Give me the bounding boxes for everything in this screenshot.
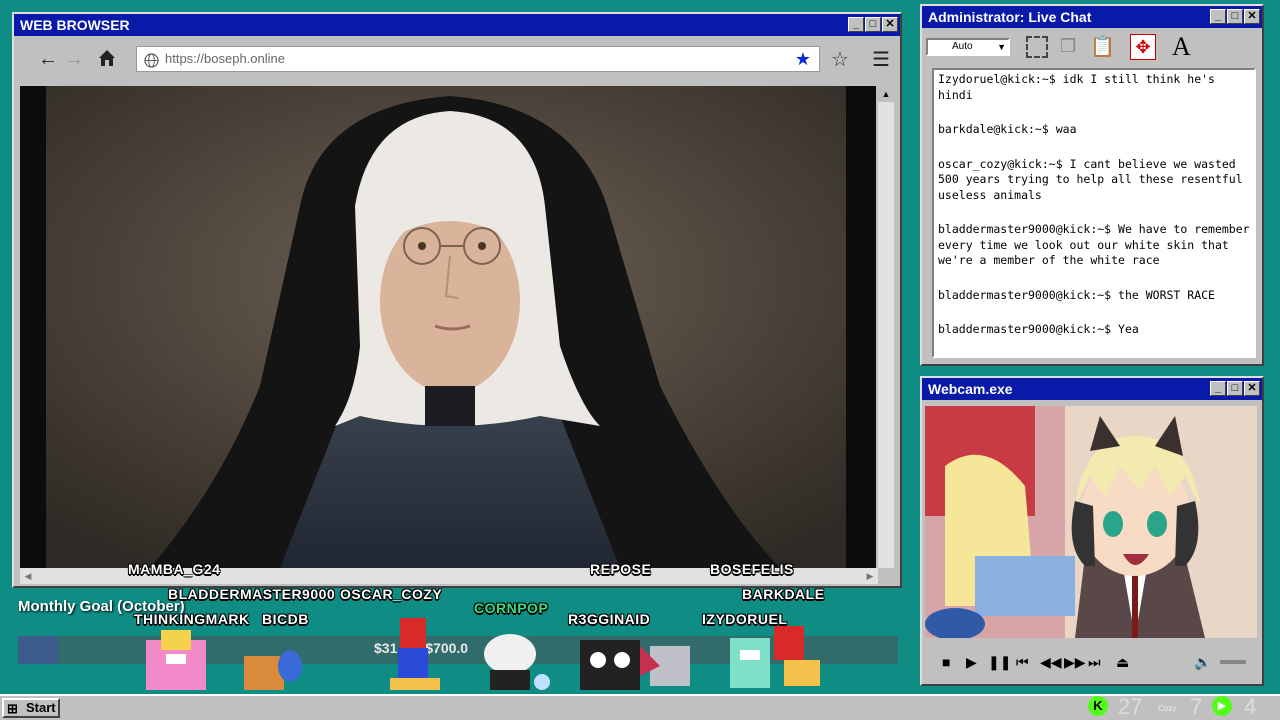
pause-button[interactable]: ❚❚ bbox=[988, 654, 1011, 671]
add-favorite-icon[interactable]: ☆ bbox=[828, 47, 852, 72]
chat-username: bladdermaster9000@kick:~$ bbox=[938, 287, 1112, 302]
start-label: Start bbox=[26, 700, 56, 715]
home-icon[interactable] bbox=[95, 48, 119, 74]
text-tool-icon[interactable]: A bbox=[1172, 32, 1191, 62]
chat-titlebar[interactable]: Administrator: Live Chat _ □ ✕ bbox=[922, 6, 1262, 28]
viewer-sprite bbox=[390, 618, 440, 690]
cozy-count: 7 bbox=[1190, 694, 1203, 719]
chat-message: barkdale@kick:~$ waa bbox=[938, 122, 1250, 138]
volume-icon[interactable]: 🔈 bbox=[1194, 654, 1211, 671]
bookmark-star-icon[interactable]: ★ bbox=[795, 47, 811, 71]
copy-icon[interactable]: ❐ bbox=[1060, 36, 1076, 57]
viewer-name-tag: CORNPOP bbox=[474, 600, 549, 616]
fast-forward-button[interactable]: ▶▶ bbox=[1064, 654, 1086, 671]
viewer-name-tag: BOSEFELIS bbox=[710, 561, 794, 577]
minimize-button[interactable]: _ bbox=[1210, 9, 1226, 24]
viewer-sprite bbox=[146, 630, 206, 690]
goal-progress-fill bbox=[18, 636, 58, 664]
chat-username: Izydoruel@kick:~$ bbox=[938, 72, 1056, 86]
chat-text: waa bbox=[1055, 122, 1077, 136]
paste-icon[interactable]: 📋 bbox=[1090, 34, 1115, 59]
viewer-name-tag: REPOSE bbox=[590, 561, 652, 577]
maximize-button[interactable]: □ bbox=[865, 17, 881, 32]
viewer-name-tag: MAMBA_G24 bbox=[128, 561, 221, 577]
cozy-label: Cozy bbox=[1158, 704, 1177, 713]
viewer-sprite bbox=[580, 640, 690, 690]
webcam-titlebar[interactable]: Webcam.exe _ □ ✕ bbox=[922, 378, 1262, 400]
close-button[interactable]: ✕ bbox=[1244, 381, 1260, 396]
viewer-name-tag: BLADDERMASTER9000 bbox=[168, 586, 336, 602]
chat-username: oscar_cozy@kick:~$ bbox=[938, 156, 1063, 171]
chat-text: Yea bbox=[1118, 322, 1139, 336]
page-viewport bbox=[20, 86, 876, 568]
stop-button[interactable]: ■ bbox=[942, 654, 950, 670]
chat-message: oscar_cozy@kick:~$ I cant believe we was… bbox=[938, 157, 1250, 204]
viewer-sprite bbox=[484, 634, 550, 690]
chat-title: Administrator: Live Chat bbox=[928, 9, 1092, 25]
play-button[interactable]: ▶ bbox=[966, 654, 977, 671]
scroll-left-button[interactable]: ◀ bbox=[20, 568, 36, 584]
vertical-scrollbar[interactable] bbox=[878, 86, 894, 568]
viewer-count: 27 bbox=[1118, 694, 1143, 719]
chat-message: Izydoruel@kick:~$ idk I still think he's… bbox=[938, 72, 1250, 103]
viewer-sprite bbox=[730, 626, 820, 688]
eject-button[interactable]: ⏏ bbox=[1116, 654, 1129, 671]
chat-text: the WORST RACE bbox=[1118, 287, 1215, 302]
maximize-button[interactable]: □ bbox=[1227, 9, 1243, 24]
volume-slider[interactable] bbox=[1220, 660, 1246, 664]
scroll-right-button[interactable]: ▶ bbox=[862, 568, 878, 584]
skip-back-button[interactable]: ⏮ bbox=[1016, 654, 1029, 671]
viewer-name-tag: R3GGINAID bbox=[568, 611, 651, 627]
chat-message: bladdermaster9000@kick:~$ Yea bbox=[938, 322, 1250, 338]
chat-log: Izydoruel@kick:~$ idk I still think he's… bbox=[932, 68, 1256, 358]
play-circle-icon: ▶ bbox=[1212, 696, 1232, 716]
address-bar[interactable]: https://boseph.online ★ bbox=[136, 46, 820, 72]
maximize-button[interactable]: □ bbox=[1227, 381, 1243, 396]
forward-arrow-icon[interactable]: → bbox=[62, 48, 86, 71]
font-size-value: Auto bbox=[952, 41, 973, 52]
webcam-title: Webcam.exe bbox=[928, 381, 1013, 397]
rewind-button[interactable]: ◀◀ bbox=[1040, 654, 1062, 671]
viewer-name-tag: THINKINGMARK bbox=[134, 611, 250, 627]
webcam-feed bbox=[925, 406, 1257, 638]
close-button[interactable]: ✕ bbox=[1244, 9, 1260, 24]
chat-message: bladdermaster9000@kick:~$ We have to rem… bbox=[938, 222, 1250, 269]
chat-message: bladdermaster9000@kick:~$ the WORST RACE bbox=[938, 288, 1250, 304]
move-tool-icon[interactable]: ✥ bbox=[1130, 34, 1156, 60]
viewer-sprite bbox=[244, 650, 302, 690]
viewer-name-tag: BARKDALE bbox=[742, 586, 825, 602]
kick-icon: K bbox=[1088, 696, 1108, 716]
select-tool-icon[interactable] bbox=[1026, 36, 1048, 58]
chevron-down-icon: ▼ bbox=[997, 42, 1006, 52]
windows-logo-icon: ⊞ bbox=[7, 701, 18, 716]
url-text: https://boseph.online bbox=[165, 51, 285, 66]
nun-portrait-image bbox=[20, 86, 876, 568]
minimize-button[interactable]: _ bbox=[848, 17, 864, 32]
chat-username: bladdermaster9000@kick:~$ bbox=[938, 322, 1112, 336]
menu-icon[interactable]: ☰ bbox=[869, 47, 893, 72]
chat-username: bladdermaster9000@kick:~$ bbox=[938, 222, 1112, 236]
viewer-name-tag: OSCAR_COZY bbox=[340, 586, 443, 602]
start-button[interactable]: ⊞ Start bbox=[2, 698, 60, 718]
globe-icon bbox=[144, 52, 159, 76]
viewer-name-tag: BICDB bbox=[262, 611, 309, 627]
scroll-up-button[interactable]: ▲ bbox=[878, 86, 894, 102]
minimize-button[interactable]: _ bbox=[1210, 381, 1226, 396]
vtuber-avatar-image bbox=[925, 406, 1257, 638]
close-button[interactable]: ✕ bbox=[882, 17, 898, 32]
other-count: 4 bbox=[1244, 694, 1257, 719]
browser-titlebar[interactable]: WEB BROWSER _ □ ✕ bbox=[14, 14, 900, 36]
font-size-select[interactable]: Auto ▼ bbox=[926, 38, 1010, 56]
chat-username: barkdale@kick:~$ bbox=[938, 122, 1049, 136]
browser-title: WEB BROWSER bbox=[20, 17, 130, 33]
back-arrow-icon[interactable]: ← bbox=[36, 48, 60, 71]
skip-forward-button[interactable]: ⏭ bbox=[1088, 654, 1101, 671]
